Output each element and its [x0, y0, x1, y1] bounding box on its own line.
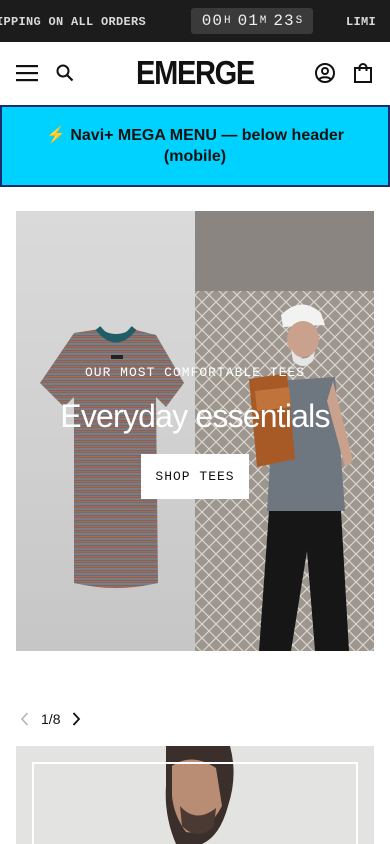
chevron-right-icon	[72, 712, 81, 726]
search-button[interactable]	[52, 60, 78, 86]
search-icon	[56, 64, 74, 82]
shopping-bag-icon	[354, 63, 372, 83]
slider-count: 1/8	[41, 711, 60, 727]
slider-prev-button[interactable]	[16, 709, 32, 729]
countdown-minutes-unit: M	[259, 15, 267, 27]
countdown-hours: 00	[201, 12, 223, 30]
promo-slide-next	[16, 746, 374, 844]
countdown-seconds: 23	[273, 12, 295, 30]
countdown-timer: 00 H 01 M 23 S	[191, 8, 313, 34]
menu-button[interactable]	[14, 60, 40, 86]
hamburger-icon	[16, 65, 38, 82]
hero-eyebrow: OUR MOST COMFORTABLE TEES	[84, 365, 306, 380]
cart-button[interactable]	[350, 60, 376, 86]
announcement-message-next: LIMI	[346, 15, 377, 29]
announcement-bar: IPPING ON ALL ORDERS 00 H 01 M 23 S LIMI	[0, 0, 390, 42]
hero-slide: OUR MOST COMFORTABLE TEES Everyday essen…	[16, 211, 374, 651]
slider-total: 8	[52, 711, 61, 727]
mega-menu-banner[interactable]: ⚡ Navi+ MEGA MENU — below header (mobile…	[0, 105, 390, 187]
chevron-left-icon	[20, 712, 28, 726]
account-button[interactable]	[312, 60, 338, 86]
slider-current: 1	[41, 711, 49, 727]
mega-menu-text: ⚡ Navi+ MEGA MENU — below header (mobile…	[45, 127, 345, 165]
shop-tees-button[interactable]: SHOP TEES	[141, 454, 249, 499]
countdown-hours-unit: H	[223, 15, 231, 27]
announcement-message: IPPING ON ALL ORDERS	[0, 15, 147, 29]
account-icon	[315, 63, 335, 83]
site-header: EMERGE	[0, 42, 390, 105]
site-logo[interactable]: EMERGE	[107, 54, 283, 92]
slide-frame	[32, 762, 358, 844]
hero-title: Everyday essentials	[60, 398, 330, 434]
countdown-seconds-unit: S	[295, 15, 303, 27]
hero-content: OUR MOST COMFORTABLE TEES Everyday essen…	[16, 211, 374, 651]
slider-pager: 1/8	[16, 708, 84, 730]
slider-next-button[interactable]	[68, 709, 84, 729]
countdown-minutes: 01	[237, 12, 259, 30]
